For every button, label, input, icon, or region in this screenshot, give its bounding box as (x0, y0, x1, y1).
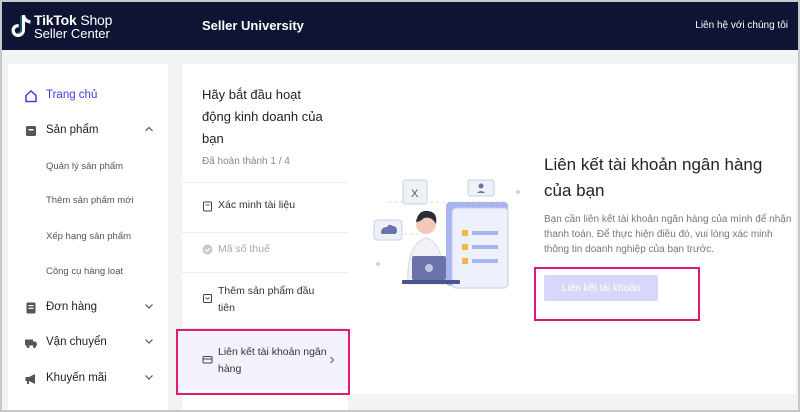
sidebar-item-home[interactable]: Trang chủ (8, 84, 168, 108)
step-label: Mã số thuế (218, 243, 270, 255)
tiktok-shop-logo[interactable]: TikTok Shop Seller Center (10, 11, 140, 43)
top-header: TikTok Shop Seller Center Seller Univers… (2, 2, 798, 50)
steps-title: Hãy bắt đầu hoạt động kinh doanh của bạn (202, 87, 323, 146)
step-label: Thêm sản phẩm đầu tiên (218, 285, 315, 314)
step-link-bank-account[interactable]: Liên kết tài khoản ngân hàng (182, 332, 348, 390)
divider (182, 328, 348, 329)
page-frame: TikTok Shop Seller Center Seller Univers… (0, 0, 800, 412)
sidebar: Trang chủ Sản phẩm Quản lý sản phẩm Thêm… (8, 64, 168, 410)
main-title: Liên kết tài khoản ngân hàng của bạn (544, 155, 763, 200)
sidebar-item-label: Vận chuyển (46, 336, 107, 348)
bank-link-illustration: X (373, 179, 520, 289)
chevron-down-icon (145, 339, 153, 344)
sidebar-item-products[interactable]: Sản phẩm (8, 119, 168, 143)
svg-text:X: X (411, 188, 419, 200)
card-icon (202, 356, 213, 364)
chevron-up-icon (145, 126, 153, 132)
step-label: Xác minh tài liệu (218, 199, 296, 211)
link-account-button[interactable]: Liên kết tài khoản (544, 275, 658, 301)
product-icon (26, 126, 36, 136)
tiktok-logo-icon (11, 15, 31, 37)
truck-icon (25, 339, 37, 348)
check-circle-icon (202, 244, 213, 255)
chevron-down-icon (145, 304, 153, 309)
sidebar-item-label: Khuyến mãi (46, 372, 107, 384)
order-icon (26, 302, 36, 314)
home-icon (25, 89, 37, 103)
onboarding-steps-panel: Hãy bắt đầu hoạt động kinh doanh của bạn… (182, 64, 348, 410)
sidebar-item-shipping[interactable]: Vận chuyển (8, 331, 168, 355)
main-description: Bạn cần liên kết tài khoản ngân hàng của… (544, 214, 792, 255)
sidebar-subitem-add-product[interactable]: Thêm sản phẩm mới (46, 195, 134, 206)
chevron-right-icon (330, 356, 335, 364)
header-title[interactable]: Seller University (202, 18, 304, 33)
bottom-gap (348, 394, 796, 410)
sidebar-item-label: Sản phẩm (46, 124, 99, 136)
contact-link[interactable]: Liên hệ với chúng tôi (695, 20, 788, 31)
sidebar-item-orders[interactable]: Đơn hàng (8, 296, 168, 320)
document-icon (203, 201, 212, 212)
main-content: X Liên kết tài khoản ngân hàng của bạn B… (348, 64, 796, 394)
sidebar-item-label: Đơn hàng (46, 301, 98, 313)
chevron-down-icon (145, 375, 153, 380)
box-icon (203, 294, 212, 303)
sidebar-subitem-manage-products[interactable]: Quản lý sản phẩm (46, 161, 123, 172)
steps-progress: Đã hoàn thành 1 / 4 (202, 156, 290, 167)
sidebar-subitem-bulk-tools[interactable]: Công cụ hàng loạt (46, 266, 123, 277)
sidebar-item-label: Trang chủ (46, 89, 98, 101)
step-add-first-product[interactable]: Thêm sản phẩm đầu tiên (182, 272, 348, 328)
sidebar-subitem-product-ranking[interactable]: Xếp hạng sản phẩm (46, 231, 131, 242)
step-verify-documents[interactable]: Xác minh tài liệu (182, 182, 348, 232)
logo-subtitle: Seller Center (34, 26, 110, 41)
sidebar-item-promotions[interactable]: Khuyến mãi (8, 367, 168, 391)
megaphone-icon (25, 374, 35, 384)
step-tax-code[interactable]: Mã số thuế (182, 232, 348, 272)
step-label: Liên kết tài khoản ngân hàng (218, 346, 327, 375)
